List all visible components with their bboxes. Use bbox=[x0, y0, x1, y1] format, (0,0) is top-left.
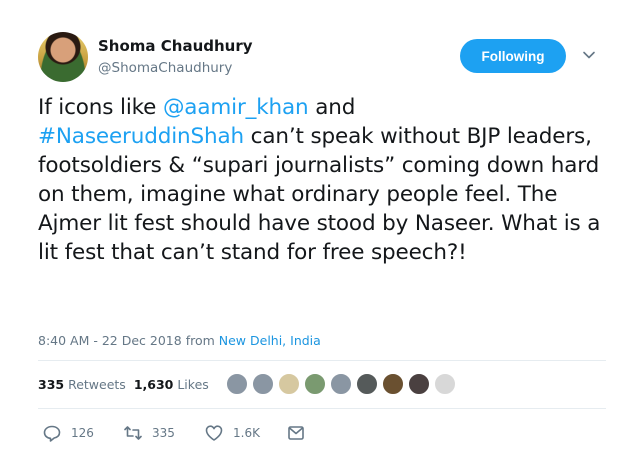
liker-avatar[interactable] bbox=[382, 373, 404, 395]
timestamp[interactable]: 8:40 AM - 22 Dec 2018 bbox=[38, 333, 182, 348]
reply-icon bbox=[43, 425, 61, 442]
liker-avatar[interactable] bbox=[330, 373, 352, 395]
tweet-meta: 8:40 AM - 22 Dec 2018 from New Delhi, In… bbox=[38, 333, 321, 348]
action-bar: 126 335 1.6K bbox=[42, 423, 306, 443]
liker-avatar[interactable] bbox=[226, 373, 248, 395]
likes-stat[interactable]: 1,630 Likes bbox=[134, 377, 209, 392]
heart-icon bbox=[205, 425, 223, 441]
tweet-text: If icons like @aamir_khan and #Naseeruddi… bbox=[38, 93, 613, 267]
from-label: from bbox=[185, 333, 215, 348]
liker-avatar[interactable] bbox=[356, 373, 378, 395]
retweets-label: Retweets bbox=[68, 377, 126, 392]
chevron-down-icon[interactable] bbox=[582, 48, 596, 62]
mention-link[interactable]: @aamir_khan bbox=[163, 95, 309, 120]
retweet-count: 335 bbox=[152, 426, 175, 440]
author-avatar[interactable] bbox=[38, 32, 88, 82]
liker-avatar[interactable] bbox=[434, 373, 456, 395]
author-handle[interactable]: @ShomaChaudhury bbox=[98, 60, 232, 76]
following-button[interactable]: Following bbox=[460, 39, 566, 73]
retweets-stat[interactable]: 335 Retweets bbox=[38, 377, 126, 392]
like-count: 1.6K bbox=[233, 426, 260, 440]
liker-avatars bbox=[226, 373, 460, 397]
divider bbox=[38, 360, 606, 361]
tweet-text-part: and bbox=[308, 95, 356, 120]
message-button[interactable] bbox=[286, 423, 306, 443]
likes-count: 1,630 bbox=[133, 377, 174, 392]
like-button[interactable]: 1.6K bbox=[204, 423, 286, 443]
liker-avatar[interactable] bbox=[408, 373, 430, 395]
divider bbox=[38, 408, 606, 409]
tweet-stats: 335 Retweets 1,630 Likes bbox=[38, 377, 209, 392]
retweet-button[interactable]: 335 bbox=[123, 423, 204, 443]
reply-button[interactable]: 126 bbox=[42, 423, 123, 443]
retweets-count: 335 bbox=[38, 377, 65, 392]
reply-count: 126 bbox=[71, 426, 94, 440]
envelope-icon bbox=[288, 426, 304, 440]
hashtag-link[interactable]: #NaseeruddinShah bbox=[38, 124, 244, 149]
author-name[interactable]: Shoma Chaudhury bbox=[98, 37, 253, 55]
liker-avatar[interactable] bbox=[278, 373, 300, 395]
location-link[interactable]: New Delhi, India bbox=[219, 333, 321, 348]
liker-avatar[interactable] bbox=[304, 373, 326, 395]
liker-avatar[interactable] bbox=[252, 373, 274, 395]
retweet-icon bbox=[124, 426, 142, 440]
likes-label: Likes bbox=[177, 377, 209, 392]
tweet-text-part: If icons like bbox=[38, 95, 163, 120]
